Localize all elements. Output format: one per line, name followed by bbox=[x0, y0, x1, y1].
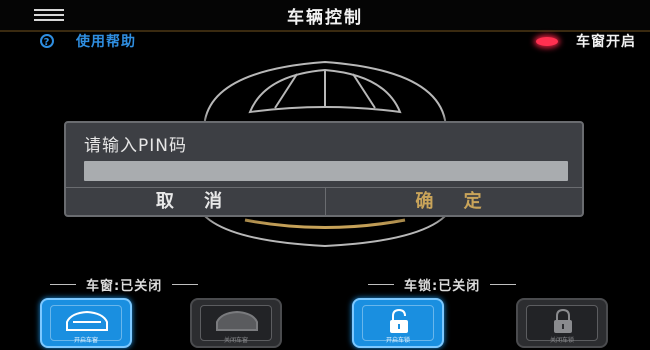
help-link[interactable]: ? 使用帮助 bbox=[40, 31, 136, 51]
unlock-icon bbox=[390, 308, 408, 333]
lock-icon bbox=[554, 308, 572, 333]
open-window-label: 开启车窗 bbox=[73, 337, 98, 344]
window-status-line: 车窗:已关闭 bbox=[50, 277, 199, 294]
open-window-button[interactable]: 开启车窗 bbox=[40, 298, 132, 348]
confirm-button[interactable]: 确 定 bbox=[325, 188, 583, 215]
top-bar: 车辆控制 bbox=[0, 0, 650, 32]
pin-input[interactable] bbox=[84, 161, 568, 181]
divider bbox=[368, 283, 394, 285]
car-window-icon bbox=[216, 310, 258, 331]
pin-dialog: 请输入PIN码 取 消 确 定 bbox=[64, 121, 584, 217]
divider bbox=[172, 283, 199, 285]
help-circle-icon: ? bbox=[40, 34, 54, 48]
page-title: 车辆控制 bbox=[287, 8, 363, 28]
window-status-text: 车窗:已关闭 bbox=[86, 278, 163, 294]
divider bbox=[490, 283, 517, 285]
divider bbox=[50, 283, 76, 285]
close-window-button[interactable]: 关闭车窗 bbox=[190, 298, 282, 348]
lock-status-text: 车锁:已关闭 bbox=[404, 278, 481, 294]
lock-status-line: 车锁:已关闭 bbox=[368, 277, 517, 294]
dialog-title: 请输入PIN码 bbox=[84, 136, 187, 156]
help-label: 使用帮助 bbox=[76, 34, 136, 50]
car-window-icon bbox=[66, 310, 108, 331]
lock-button[interactable]: 关闭车锁 bbox=[516, 298, 608, 348]
window-status: 车窗开启 bbox=[536, 31, 636, 51]
window-status-label: 车窗开启 bbox=[576, 34, 636, 50]
unlock-button[interactable]: 开启车锁 bbox=[352, 298, 444, 348]
close-window-label: 关闭车窗 bbox=[223, 337, 248, 344]
lock-label: 关闭车锁 bbox=[549, 337, 574, 344]
unlock-label: 开启车锁 bbox=[385, 337, 410, 344]
window-indicator-icon bbox=[536, 36, 558, 46]
cancel-button[interactable]: 取 消 bbox=[66, 188, 324, 215]
